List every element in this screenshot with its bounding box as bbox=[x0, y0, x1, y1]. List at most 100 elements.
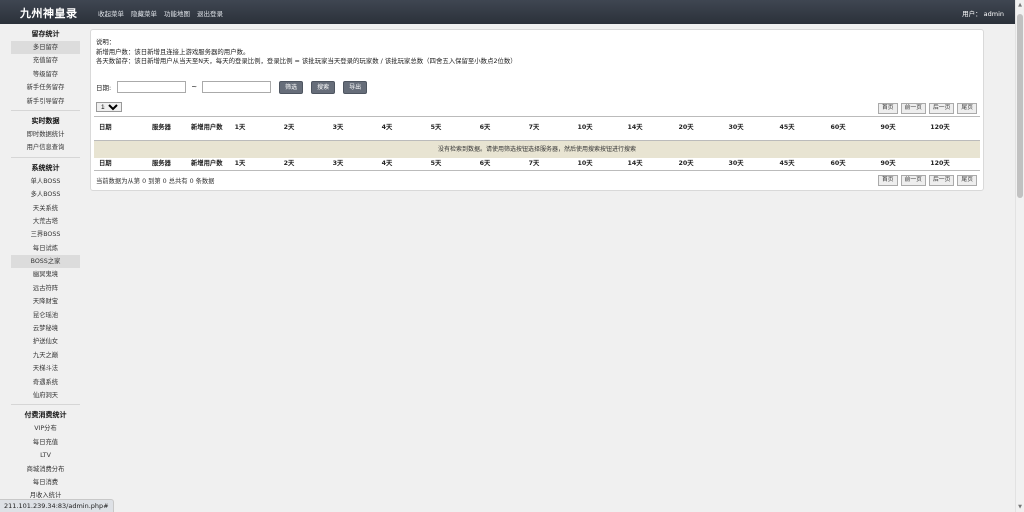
column-header[interactable]: 3天 bbox=[333, 158, 344, 170]
prev-page-button[interactable]: 前一页 bbox=[900, 103, 926, 114]
sidebar-item[interactable]: 每日消费 bbox=[11, 476, 80, 489]
column-header[interactable]: 60天 bbox=[830, 158, 845, 170]
column-header[interactable]: 服务器 bbox=[152, 158, 171, 170]
page-scrollbar[interactable]: ▲ ▼ bbox=[1015, 0, 1024, 512]
sidebar-item[interactable]: 充值留存 bbox=[11, 54, 80, 67]
sidebar-item[interactable]: 新手引导留存 bbox=[11, 95, 80, 108]
column-header[interactable]: 4天 bbox=[382, 122, 393, 134]
column-header[interactable]: 3天 bbox=[333, 122, 344, 134]
last-page-button[interactable]: 尾页 bbox=[957, 175, 977, 186]
sidebar-section-title: 付费消费统计 bbox=[24, 411, 67, 420]
column-header[interactable]: 5天 bbox=[431, 158, 442, 170]
column-header[interactable]: 20天 bbox=[678, 122, 693, 134]
column-header[interactable]: 新增用户数 bbox=[191, 122, 222, 134]
page-size-select[interactable]: 100 bbox=[96, 102, 122, 112]
column-header[interactable]: 10天 bbox=[577, 158, 592, 170]
column-header[interactable]: 1天 bbox=[235, 122, 246, 134]
next-page-button[interactable]: 后一页 bbox=[928, 103, 955, 114]
column-header[interactable]: 14天 bbox=[627, 158, 642, 170]
sidebar-item[interactable]: 天梯斗法 bbox=[11, 362, 80, 375]
scrollbar-thumb[interactable] bbox=[1017, 14, 1023, 198]
column-header[interactable]: 4天 bbox=[382, 158, 393, 170]
sidebar-item[interactable]: 九天之巅 bbox=[11, 349, 80, 362]
sidebar-item[interactable]: 多日留存 bbox=[11, 41, 80, 55]
column-header[interactable]: 服务器 bbox=[152, 122, 171, 134]
sidebar-item[interactable]: 商城消费分布 bbox=[11, 463, 80, 476]
sidebar-item[interactable]: 护送仙女 bbox=[11, 335, 80, 348]
sidebar-item[interactable]: 远古符阵 bbox=[11, 282, 80, 295]
column-header[interactable]: 2天 bbox=[284, 158, 295, 170]
sidebar-item[interactable]: LTV bbox=[11, 449, 80, 462]
sidebar-item[interactable]: 大荒古塔 bbox=[11, 215, 80, 228]
sidebar-item[interactable]: 用户信息查询 bbox=[11, 141, 80, 154]
function-map-link[interactable]: 功能地图 bbox=[164, 8, 190, 18]
table-bottom-border bbox=[94, 170, 980, 171]
sidebar-item[interactable]: 奇遇系统 bbox=[11, 376, 80, 389]
column-header[interactable]: 7天 bbox=[529, 158, 540, 170]
sidebar-section-title: 留存统计 bbox=[31, 30, 60, 38]
search-button[interactable]: 搜索 bbox=[311, 80, 336, 94]
column-header[interactable]: 120天 bbox=[930, 158, 949, 170]
column-header[interactable]: 120天 bbox=[930, 122, 949, 134]
first-page-button[interactable]: 首页 bbox=[877, 103, 898, 114]
next-page-button[interactable]: 后一页 bbox=[928, 175, 955, 186]
column-header[interactable]: 6天 bbox=[480, 158, 491, 170]
scroll-up-icon[interactable]: ▲ bbox=[1017, 2, 1023, 8]
sidebar-item[interactable]: 天关系统 bbox=[11, 202, 80, 215]
column-header[interactable]: 90天 bbox=[880, 158, 895, 170]
status-bar-url: 211.101.239.34:83/admin.php# bbox=[0, 499, 114, 512]
first-page-button[interactable]: 首页 bbox=[877, 175, 898, 186]
start-date-input[interactable] bbox=[117, 81, 187, 93]
pager-top: 首页 前一页 后一页 尾页 bbox=[877, 103, 977, 114]
column-header[interactable]: 6天 bbox=[480, 122, 491, 134]
end-date-input[interactable] bbox=[202, 81, 272, 93]
sidebar-item[interactable]: 新手任务留存 bbox=[11, 81, 80, 94]
description: 说明： 新增用户数：该日新增且连接上游戏服务器的用户数。 各天数留存：该日新增用… bbox=[96, 38, 517, 67]
sidebar-section-title: 系统统计 bbox=[31, 163, 60, 172]
column-header[interactable]: 2天 bbox=[284, 122, 295, 134]
column-header[interactable]: 10天 bbox=[577, 122, 592, 134]
sidebar-item[interactable]: BOSS之家 bbox=[11, 255, 80, 269]
logout-link[interactable]: 退出登录 bbox=[197, 8, 223, 18]
sidebar-item[interactable]: 多人BOSS bbox=[11, 188, 80, 201]
column-header[interactable]: 60天 bbox=[830, 122, 845, 134]
column-header[interactable]: 5天 bbox=[431, 122, 442, 134]
last-page-button[interactable]: 尾页 bbox=[957, 103, 977, 114]
sidebar-item[interactable]: 每日充值 bbox=[11, 436, 80, 449]
sidebar-item[interactable]: 等级留存 bbox=[11, 68, 80, 81]
column-header[interactable]: 日期 bbox=[99, 122, 112, 134]
sidebar-item[interactable]: 昆仑瑶池 bbox=[11, 309, 80, 322]
sidebar-item[interactable]: 天降财宝 bbox=[11, 295, 80, 308]
column-header[interactable]: 45天 bbox=[779, 158, 794, 170]
hide-menu-link[interactable]: 隐藏菜单 bbox=[131, 8, 157, 18]
sidebar-item[interactable]: 每日试炼 bbox=[11, 242, 80, 255]
column-header[interactable]: 20天 bbox=[678, 158, 693, 170]
column-header[interactable]: 7天 bbox=[529, 122, 540, 134]
sidebar-item[interactable]: 即时数据统计 bbox=[11, 128, 80, 141]
user-name: admin bbox=[983, 10, 1004, 18]
sidebar-item[interactable]: 云梦秘境 bbox=[11, 322, 80, 335]
sidebar: 留存统计 多日留存 充值留存 等级留存 新手任务留存 新手引导留存 实时数据 即时数据统计 用户… bbox=[11, 28, 80, 512]
sidebar-item[interactable]: 三界BOSS bbox=[11, 228, 80, 241]
sidebar-item[interactable]: 单人BOSS bbox=[11, 175, 80, 188]
column-header[interactable]: 14天 bbox=[627, 122, 642, 134]
description-new-users: 新增用户数：该日新增且连接上游戏服务器的用户数。 bbox=[96, 47, 250, 56]
prev-page-button[interactable]: 前一页 bbox=[900, 175, 926, 186]
top-bar: 九州神皇录 收起菜单 隐藏菜单 功能地图 退出登录 用户： admin bbox=[0, 0, 1024, 24]
scroll-down-icon[interactable]: ▼ bbox=[1017, 504, 1023, 510]
column-header[interactable]: 45天 bbox=[779, 122, 794, 134]
column-header[interactable]: 新增用户数 bbox=[191, 158, 222, 170]
export-button[interactable]: 导出 bbox=[343, 80, 368, 94]
column-header[interactable]: 30天 bbox=[728, 122, 743, 134]
sidebar-item[interactable]: 幽冥鬼境 bbox=[11, 268, 80, 281]
pager-bottom: 首页 前一页 后一页 尾页 bbox=[877, 175, 977, 186]
filter-button[interactable]: 筛选 bbox=[279, 80, 304, 94]
column-header[interactable]: 30天 bbox=[728, 158, 743, 170]
sidebar-item[interactable]: VIP分布 bbox=[11, 422, 80, 435]
column-header[interactable]: 日期 bbox=[99, 158, 112, 170]
collapse-menu-link[interactable]: 收起菜单 bbox=[98, 8, 124, 18]
table-header: 日期 服务器 新增用户数 1天 2天 3天 4天 5天 6天 7天 10天 14天 20天 30天 45天 6… bbox=[94, 122, 980, 134]
sidebar-item[interactable]: 仙府洞天 bbox=[11, 389, 80, 402]
column-header[interactable]: 90天 bbox=[880, 122, 895, 134]
column-header[interactable]: 1天 bbox=[235, 158, 246, 170]
